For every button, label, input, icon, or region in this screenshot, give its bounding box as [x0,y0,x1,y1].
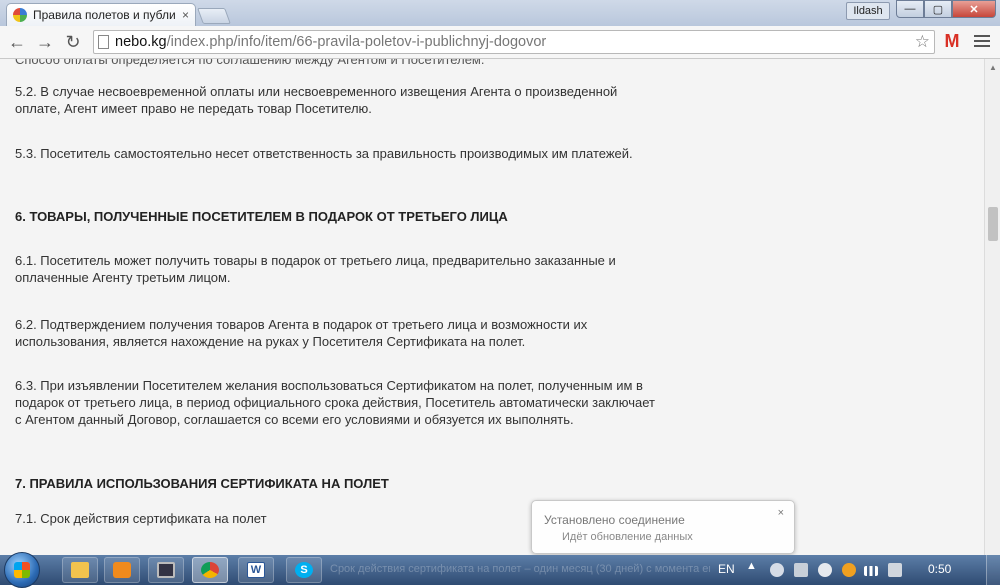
taskbar-chrome[interactable] [192,557,228,583]
taskbar: W S Срок действия сертификата на полет –… [0,552,1000,588]
media-player-icon [113,562,131,578]
minimize-button[interactable]: — [896,0,924,18]
back-button[interactable]: ← [6,31,28,53]
signal-icon[interactable] [864,566,878,576]
taskbar-skype[interactable]: S [286,557,322,583]
new-tab-button[interactable] [197,8,231,24]
close-window-button[interactable]: ✕ [952,0,996,18]
scroll-up-arrow-icon[interactable]: ▲ [989,63,997,72]
title-bar: Правила полетов и публи × Ildash — ▢ ✕ [0,0,1000,26]
paragraph-5-3: 5.3. Посетитель самостоятельно несет отв… [15,146,633,161]
taskbar-save-app[interactable] [148,557,184,583]
paragraph-6-3: 6.3. При изъявлении Посетителем желания … [15,378,655,427]
cut-off-text: Способ оплаты определяется по соглашению… [15,59,485,67]
gmail-icon[interactable]: M [942,32,962,50]
folder-icon [71,562,89,578]
menu-icon[interactable] [974,35,990,50]
user-profile-badge[interactable]: Ildash [846,2,890,20]
chrome-icon [201,562,219,578]
language-indicator[interactable]: EN [718,562,735,576]
maximize-button[interactable]: ▢ [924,0,952,18]
show-desktop-button[interactable] [986,555,1000,585]
tray-app-icon[interactable] [770,563,784,577]
reload-button[interactable]: ↻ [62,31,84,53]
paragraph-6-1: 6.1. Посетитель может получить товары в … [15,253,616,285]
notification-title: Установлено соединение [544,513,685,527]
browser-tab[interactable]: Правила полетов и публи × [6,3,196,26]
word-icon: W [247,562,265,578]
paragraph-5-2: 5.2. В случае несвоевременной оплаты или… [15,84,618,116]
address-bar[interactable]: nebo.kg /index.php/info/item/66-pravila-… [93,30,935,54]
section-heading-6: 6. ТОВАРЫ, ПОЛУЧЕННЫЕ ПОСЕТИТЕЛЕМ В ПОДА… [15,209,508,224]
taskbar-media-player[interactable] [104,557,140,583]
scroll-thumb[interactable] [988,207,998,241]
vertical-scrollbar[interactable]: ▲ [984,59,1000,555]
site-favicon-icon [13,8,27,22]
url-path: /index.php/info/item/66-pravila-poletov-… [166,34,547,50]
url-host: nebo.kg [115,34,167,50]
taskbar-explorer[interactable] [62,557,98,583]
notification-close-icon[interactable]: × [778,507,784,519]
notification-popup[interactable]: Установлено соединение Идёт обновление д… [531,500,795,554]
page-icon [98,35,109,49]
start-button[interactable] [4,552,40,588]
section-heading-7: 7. ПРАВИЛА ИСПОЛЬЗОВАНИЯ СЕРТИФИКАТА НА … [15,476,389,491]
notification-subtitle: Идёт обновление данных [562,531,693,543]
tab-close-icon[interactable]: × [182,8,189,22]
bookmark-star-icon[interactable]: ☆ [915,32,930,52]
taskbar-clock[interactable]: 0:50 [928,562,951,576]
volume-icon[interactable] [818,563,832,577]
page-content: Способ оплаты определяется по соглашению… [0,59,984,555]
skype-icon: S [295,562,313,578]
floppy-disk-icon [157,562,175,578]
tray-expand-icon[interactable]: ▲ [746,560,758,574]
tray-device-icon[interactable] [794,563,808,577]
taskbar-faded-text: Срок действия сертификата на полет – оди… [330,563,710,575]
tab-title: Правила полетов и публи [33,8,176,22]
tray-update-icon[interactable] [842,563,856,577]
action-center-flag-icon[interactable] [888,563,902,577]
forward-button[interactable]: → [34,31,56,53]
taskbar-word[interactable]: W [238,557,274,583]
browser-toolbar: ← → ↻ nebo.kg /index.php/info/item/66-pr… [0,26,1000,59]
paragraph-6-2: 6.2. Подтверждением получения товаров Аг… [15,317,588,349]
windows-logo-icon [14,562,30,578]
